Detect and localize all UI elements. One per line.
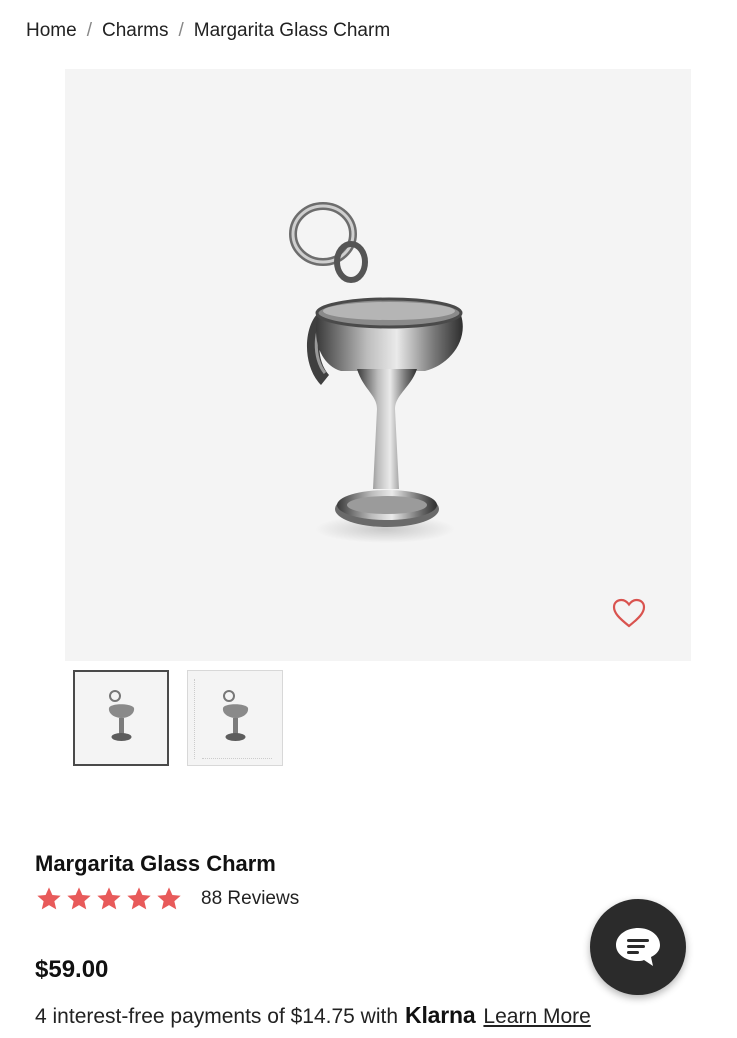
charm-with-measurements-thumbnail [222, 690, 249, 741]
wishlist-button[interactable] [609, 595, 649, 631]
star-icon [67, 887, 91, 910]
star-icon [37, 887, 61, 910]
chat-button[interactable] [590, 899, 686, 995]
breadcrumb-charms[interactable]: Charms [102, 20, 169, 42]
charm-front-thumbnail [108, 690, 135, 741]
product-price: $59.00 [35, 956, 109, 983]
thumbnail-charm-measurements[interactable] [187, 670, 283, 766]
thumbnail-charm-front[interactable] [73, 670, 169, 766]
star-icon [127, 887, 151, 910]
star-icon [97, 887, 121, 910]
product-rating[interactable]: 88 Reviews [35, 885, 299, 913]
breadcrumb-separator: / [86, 20, 92, 41]
breadcrumb: Home / Charms / Margarita Glass Charm [26, 20, 390, 42]
klarna-logo: Klarna [405, 1002, 476, 1028]
installments-text: 4 interest-free payments of $14.75 with [35, 1005, 399, 1028]
breadcrumb-current: Margarita Glass Charm [193, 20, 391, 41]
chat-bubble-icon [616, 928, 660, 966]
breadcrumb-home[interactable]: Home [26, 20, 77, 42]
breadcrumb-separator: / [178, 20, 184, 41]
thumbnail-strip [73, 670, 283, 766]
measurement-ruler-horizontal [202, 755, 272, 759]
heart-outline-icon [612, 598, 646, 628]
star-icon [157, 887, 181, 910]
measurement-ruler-vertical [194, 679, 200, 759]
product-main-image[interactable] [65, 69, 691, 661]
learn-more-link[interactable]: Learn More [483, 1005, 590, 1029]
reviews-link[interactable]: 88 Reviews [201, 888, 299, 910]
klarna-installments: 4 interest-free payments of $14.75 with … [35, 1002, 591, 1029]
star-rating [35, 885, 183, 913]
product-title: Margarita Glass Charm [35, 851, 276, 876]
margarita-glass-charm-image [289, 202, 463, 543]
